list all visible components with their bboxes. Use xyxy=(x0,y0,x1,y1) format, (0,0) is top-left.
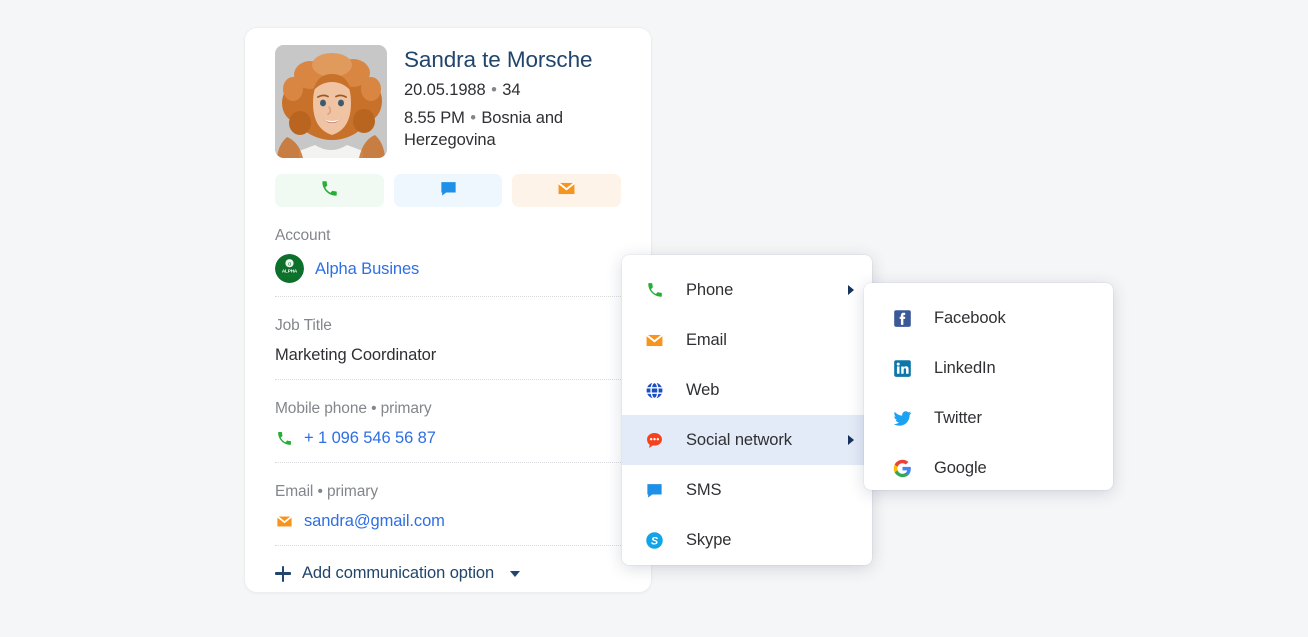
identity-row: Sandra te Morsche 20.05.1988 • 34 8.55 P… xyxy=(275,45,621,158)
menu-item-label: Phone xyxy=(686,280,734,299)
field-value-row: + 1 096 546 56 87 xyxy=(275,427,621,449)
person-local-time: 8.55 PM xyxy=(404,109,465,127)
menu-item-skype[interactable]: S Skype xyxy=(622,515,872,565)
menu-item-label: Social network xyxy=(686,430,792,449)
menu-item-label: Google xyxy=(934,458,987,477)
add-communication-option-button[interactable]: Add communication option xyxy=(275,546,621,583)
svg-text:α: α xyxy=(288,261,291,267)
communication-options-menu: Phone Email Web Social network SMS S Sky… xyxy=(622,255,872,565)
field-account: Account α ALPHA BUSINESS Alpha Busines xyxy=(275,207,621,297)
field-label: Job Title xyxy=(275,317,332,334)
facebook-icon xyxy=(892,308,913,329)
chat-bubble-icon xyxy=(439,179,458,203)
menu-item-label: Email xyxy=(686,330,727,349)
account-link[interactable]: Alpha Busines xyxy=(315,258,419,280)
identity-text: Sandra te Morsche 20.05.1988 • 34 8.55 P… xyxy=(404,45,619,151)
menu-item-label: SMS xyxy=(686,480,722,499)
menu-item-facebook[interactable]: Facebook xyxy=(864,293,1113,343)
person-name: Sandra te Morsche xyxy=(404,47,593,72)
person-age: 34 xyxy=(502,81,521,99)
field-value-row: α ALPHA BUSINESS Alpha Busines xyxy=(275,254,621,283)
field-label: Email • primary xyxy=(275,483,378,500)
field-value-row: sandra@gmail.com xyxy=(275,510,621,532)
email-link[interactable]: sandra@gmail.com xyxy=(304,510,445,532)
field-value-row: Marketing Coordinator xyxy=(275,344,621,366)
google-icon xyxy=(892,458,913,479)
globe-icon xyxy=(644,380,665,401)
plus-icon xyxy=(275,565,291,582)
company-logo-icon: α ALPHA BUSINESS xyxy=(275,254,304,283)
field-label: Mobile phone • primary xyxy=(275,400,432,417)
svg-text:BUSINESS: BUSINESS xyxy=(279,274,300,279)
quick-action-bar xyxy=(275,174,622,207)
person-time-location: 8.55 PM • Bosnia and Herzegovina xyxy=(404,107,619,151)
email-button[interactable] xyxy=(512,174,622,207)
avatar xyxy=(275,45,387,158)
chevron-right-icon xyxy=(848,435,854,445)
menu-item-label: Web xyxy=(686,380,720,399)
person-birthdate: 20.05.1988 xyxy=(404,81,486,99)
menu-item-label: LinkedIn xyxy=(934,358,996,377)
field-email: Email • primary sandra@gmail.com xyxy=(275,463,621,546)
menu-item-email[interactable]: Email xyxy=(622,315,872,365)
field-label: Account xyxy=(275,227,331,244)
skype-icon: S xyxy=(644,530,665,551)
twitter-icon xyxy=(892,408,913,429)
meta-separator-1: • xyxy=(491,81,497,99)
social-network-submenu: Facebook LinkedIn Twitter Google xyxy=(864,283,1113,490)
sms-button[interactable] xyxy=(393,174,503,207)
envelope-icon xyxy=(557,179,576,203)
meta-separator-2: • xyxy=(470,109,476,127)
envelope-icon xyxy=(644,330,665,351)
chevron-right-icon xyxy=(848,285,854,295)
menu-item-phone[interactable]: Phone xyxy=(622,265,872,315)
chevron-down-icon xyxy=(510,570,521,577)
phone-icon xyxy=(644,280,665,301)
menu-item-label: Twitter xyxy=(934,408,982,427)
menu-item-twitter[interactable]: Twitter xyxy=(864,393,1113,443)
speech-bubble-icon xyxy=(644,430,665,451)
menu-item-google[interactable]: Google xyxy=(864,443,1113,493)
phone-icon xyxy=(320,179,339,203)
chat-bubble-icon xyxy=(644,480,665,501)
field-job-title: Job Title Marketing Coordinator xyxy=(275,297,621,380)
phone-icon xyxy=(275,430,293,447)
menu-item-web[interactable]: Web xyxy=(622,365,872,415)
person-birth-age: 20.05.1988 • 34 xyxy=(404,79,619,101)
envelope-icon xyxy=(275,513,293,530)
field-mobile-phone: Mobile phone • primary + 1 096 546 56 87 xyxy=(275,380,621,463)
job-title-value: Marketing Coordinator xyxy=(275,346,437,364)
contact-card: Sandra te Morsche 20.05.1988 • 34 8.55 P… xyxy=(244,27,652,593)
menu-item-label: Skype xyxy=(686,530,732,549)
linkedin-icon xyxy=(892,358,913,379)
svg-text:S: S xyxy=(651,535,659,547)
add-option-label: Add communication option xyxy=(302,564,495,582)
menu-item-label: Facebook xyxy=(934,308,1006,327)
menu-item-sms[interactable]: SMS xyxy=(622,465,872,515)
menu-item-social-network[interactable]: Social network xyxy=(622,415,872,465)
menu-item-linkedin[interactable]: LinkedIn xyxy=(864,343,1113,393)
call-button[interactable] xyxy=(275,174,384,207)
phone-number-link[interactable]: + 1 096 546 56 87 xyxy=(304,427,436,449)
